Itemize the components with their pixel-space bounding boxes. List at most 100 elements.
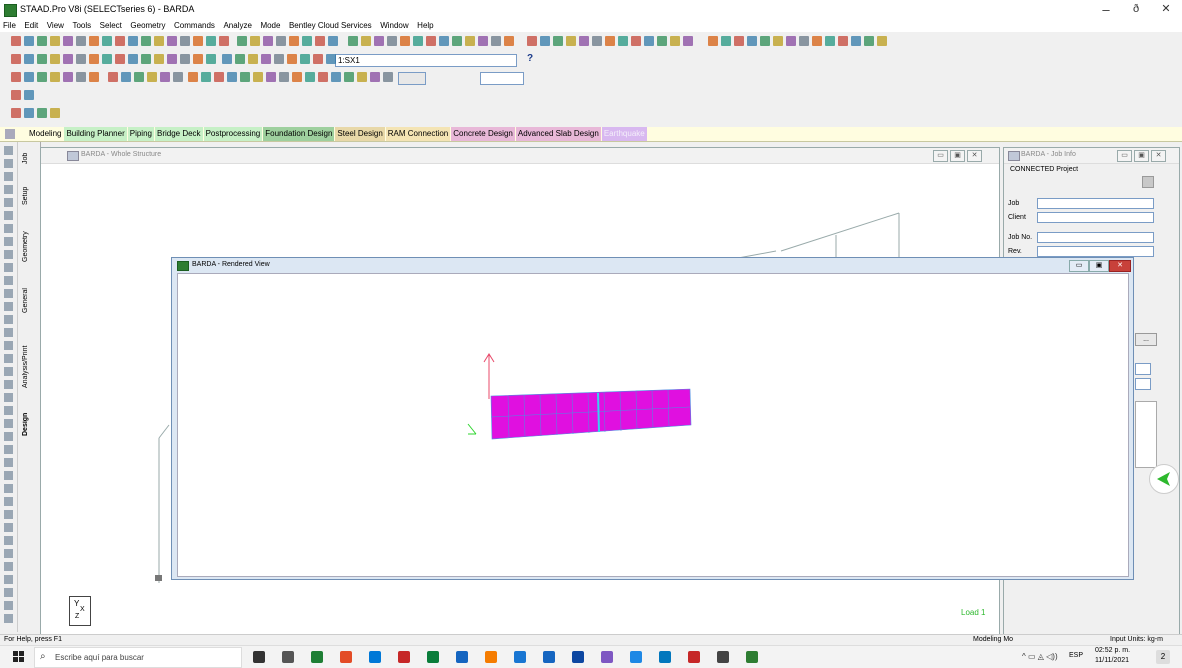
page-tab-job[interactable]: Job: [22, 148, 36, 168]
toolbar-button-icon[interactable]: [491, 36, 501, 46]
toolbar-button-icon[interactable]: [76, 54, 86, 64]
toolbar-button-icon[interactable]: [160, 72, 170, 82]
toolbar-button-icon[interactable]: [63, 54, 73, 64]
toolbar-button-icon[interactable]: [553, 36, 563, 46]
toolbar-button-icon[interactable]: [760, 36, 770, 46]
tool-icon[interactable]: [4, 237, 13, 246]
load-case-combo[interactable]: 1:SX1: [335, 54, 517, 67]
menu-geometry[interactable]: Geometry: [127, 19, 168, 32]
toolbar-button-icon[interactable]: [24, 72, 34, 82]
taskbar-app-icon[interactable]: [746, 651, 758, 663]
toolbar-button-icon[interactable]: [266, 72, 276, 82]
rendered-view-window[interactable]: BARDA - Rendered View ▭ ▣ ✕: [171, 257, 1134, 580]
taskbar-app-icon[interactable]: [717, 651, 729, 663]
toolbar-button-icon[interactable]: [50, 36, 60, 46]
minimize-button[interactable]: –: [1091, 0, 1121, 19]
job-restore-button[interactable]: ▣: [1134, 150, 1149, 162]
toolbar-button-icon[interactable]: [89, 54, 99, 64]
toolbar-button-icon[interactable]: [825, 36, 835, 46]
menu-analyze[interactable]: Analyze: [220, 19, 254, 32]
toolbar-button-icon[interactable]: [289, 36, 299, 46]
tab-scroll-icon[interactable]: [5, 129, 15, 139]
toolbar-button-icon[interactable]: [37, 72, 47, 82]
language-indicator[interactable]: ESP: [1069, 652, 1083, 659]
taskbar-app-icon[interactable]: [688, 651, 700, 663]
toolbar-button-icon[interactable]: [387, 36, 397, 46]
toolbar-button-icon[interactable]: [877, 36, 887, 46]
toolbar-button-icon[interactable]: [37, 54, 47, 64]
toolbar-button-icon[interactable]: [24, 108, 34, 118]
toolbar-button-icon[interactable]: [504, 36, 514, 46]
menu-commands[interactable]: Commands: [171, 19, 218, 32]
toolbar-button-icon[interactable]: [361, 36, 371, 46]
tool-icon[interactable]: [4, 497, 13, 506]
toolbar-button-icon[interactable]: [121, 72, 131, 82]
toolbar-button-icon[interactable]: [180, 36, 190, 46]
toolbar-button-icon[interactable]: [465, 36, 475, 46]
menu-window[interactable]: Window: [377, 19, 411, 32]
toolbar-button-icon[interactable]: [240, 72, 250, 82]
tool-icon[interactable]: [4, 198, 13, 207]
taskbar-app-icon[interactable]: [630, 651, 642, 663]
toolbar-button-icon[interactable]: [683, 36, 693, 46]
toolbar-button-icon[interactable]: [305, 72, 315, 82]
taskbar-app-icon[interactable]: [485, 651, 497, 663]
toolbar-button-icon[interactable]: [167, 36, 177, 46]
toolbar-button-icon[interactable]: [11, 36, 21, 46]
close-button[interactable]: ✕: [1151, 0, 1181, 19]
zoom-combo[interactable]: [398, 72, 426, 85]
toolbar-button-icon[interactable]: [300, 54, 310, 64]
tool-icon[interactable]: [4, 263, 13, 272]
toolbar-button-icon[interactable]: [173, 72, 183, 82]
tool-icon[interactable]: [4, 601, 13, 610]
toolbar-button-icon[interactable]: [214, 72, 224, 82]
tab-piping[interactable]: Piping: [127, 127, 154, 141]
page-tab-geometry[interactable]: Geometry: [22, 222, 36, 272]
checkbox-field[interactable]: [1135, 363, 1151, 375]
page-tab-general[interactable]: General: [22, 277, 36, 325]
toolbar-button-icon[interactable]: [644, 36, 654, 46]
help-icon[interactable]: ?: [527, 53, 533, 64]
taskbar-app-icon[interactable]: [282, 651, 294, 663]
toolbar-button-icon[interactable]: [747, 36, 757, 46]
windows-start-icon[interactable]: [13, 651, 25, 663]
toolbar-button-icon[interactable]: [734, 36, 744, 46]
tool-icon[interactable]: [4, 432, 13, 441]
tool-icon[interactable]: [4, 341, 13, 350]
toolbar-button-icon[interactable]: [318, 72, 328, 82]
checkbox-field[interactable]: [1135, 378, 1151, 390]
tool-icon[interactable]: [4, 302, 13, 311]
rendered-view-canvas[interactable]: [177, 273, 1129, 577]
toolbar-button-icon[interactable]: [154, 36, 164, 46]
tool-icon[interactable]: [4, 484, 13, 493]
toolbar-button-icon[interactable]: [11, 54, 21, 64]
toolbar-button-icon[interactable]: [63, 36, 73, 46]
tab-postprocessing[interactable]: Postprocessing: [203, 127, 263, 141]
toolbar-button-icon[interactable]: [292, 72, 302, 82]
toolbar-button-icon[interactable]: [605, 36, 615, 46]
taskbar-app-icon[interactable]: [601, 651, 613, 663]
toolbar-button-icon[interactable]: [812, 36, 822, 46]
toolbar-button-icon[interactable]: [326, 54, 336, 64]
toolbar-button-icon[interactable]: [206, 54, 216, 64]
toolbar-button-icon[interactable]: [201, 72, 211, 82]
tab-modeling[interactable]: Modeling: [27, 127, 64, 141]
toolbar-button-icon[interactable]: [147, 72, 157, 82]
tool-icon[interactable]: [4, 211, 13, 220]
menu-file[interactable]: File: [0, 19, 19, 32]
toolbar-button-icon[interactable]: [89, 72, 99, 82]
toolbar-button-icon[interactable]: [279, 72, 289, 82]
toolbar-button-icon[interactable]: [206, 36, 216, 46]
toolbar-button-icon[interactable]: [50, 72, 60, 82]
toolbar-button-icon[interactable]: [24, 54, 34, 64]
job-close-button[interactable]: ✕: [1151, 150, 1166, 162]
collapse-panel-button[interactable]: [1149, 464, 1179, 494]
rv-restore-button[interactable]: ▣: [1089, 260, 1109, 272]
menu-view[interactable]: View: [44, 19, 67, 32]
page-tab-analysis-print[interactable]: Analysis/Print: [22, 332, 36, 402]
tab-steel-design[interactable]: Steel Design: [335, 127, 385, 141]
tab-advanced-slab-design[interactable]: Advanced Slab Design: [515, 127, 601, 141]
job-no-field[interactable]: [1037, 232, 1154, 243]
tray-icons[interactable]: ^ ▭ ◬ ◁)): [1022, 652, 1058, 661]
tool-icon[interactable]: [4, 458, 13, 467]
